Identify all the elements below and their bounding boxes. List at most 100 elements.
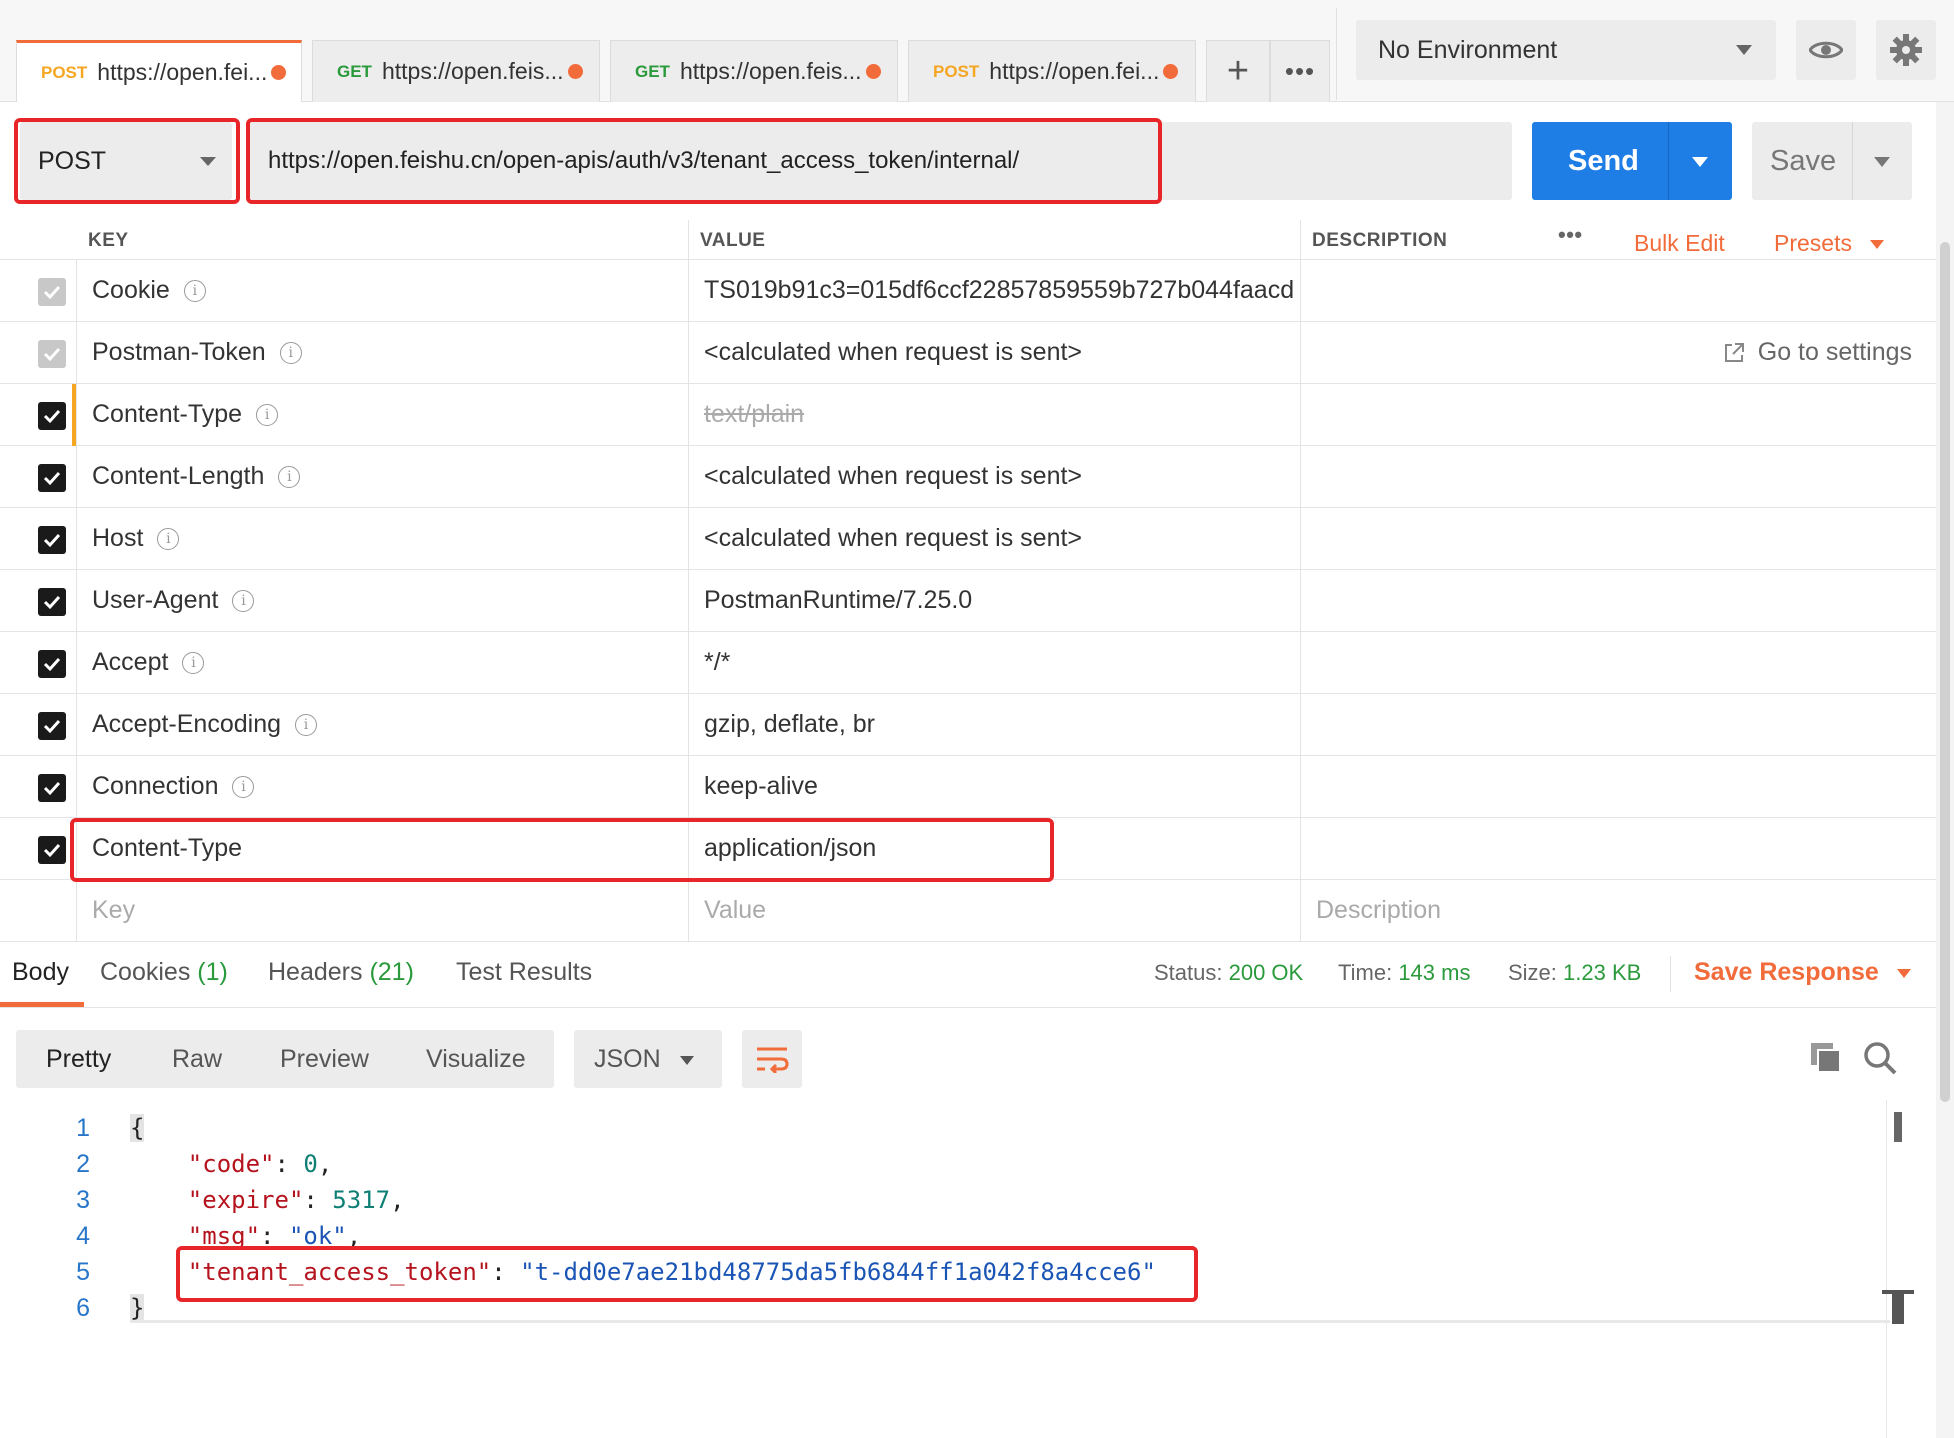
copy-icon[interactable]	[1808, 1040, 1844, 1076]
info-icon[interactable]: i	[278, 465, 301, 488]
response-tabs: Body Cookies (1) Headers (21) Test Resul…	[0, 942, 1936, 1008]
environment-quick-look-button[interactable]	[1796, 20, 1856, 80]
info-icon[interactable]: i	[279, 341, 302, 364]
column-options-more-icon[interactable]: •••	[1558, 222, 1583, 248]
mode-raw[interactable]: Raw	[172, 1045, 222, 1074]
time-value: 143 ms	[1398, 960, 1471, 985]
tab-bar: POST https://open.fei... GET https://ope…	[0, 0, 1954, 102]
header-value: text/plain	[704, 400, 805, 428]
info-icon[interactable]: i	[157, 527, 180, 550]
header-enabled-checkbox[interactable]	[38, 712, 66, 740]
tab-method: GET	[337, 61, 372, 81]
request-tab-1[interactable]: POST https://open.fei...	[16, 40, 302, 102]
close-brace: }	[130, 1294, 145, 1322]
header-key-text: Accept	[92, 648, 169, 676]
header-row: Content-Type i text/plain	[0, 384, 1936, 446]
gear-icon	[1890, 34, 1922, 66]
tab-more-icon[interactable]: •••	[1270, 40, 1330, 102]
editor-scrollbar-thumb[interactable]	[1894, 1112, 1902, 1142]
request-tab-4[interactable]: POST https://open.fei...	[908, 40, 1196, 102]
code-line: "expire": 5317,	[187, 1186, 405, 1214]
header-enabled-checkbox[interactable]	[38, 340, 66, 368]
new-description-input[interactable]: Description	[1316, 896, 1441, 925]
header-key: Postman-Token i	[92, 338, 302, 367]
info-icon[interactable]: i	[232, 775, 255, 798]
header-enabled-checkbox[interactable]	[38, 836, 66, 864]
checkmark-icon	[43, 781, 61, 796]
settings-button[interactable]	[1876, 20, 1936, 80]
save-response-button[interactable]: Save Response	[1694, 958, 1911, 987]
search-icon[interactable]	[1862, 1040, 1898, 1076]
send-button[interactable]: Send	[1532, 122, 1732, 200]
header-enabled-checkbox[interactable]	[38, 588, 66, 616]
request-tab-3[interactable]: GET https://open.feis...	[610, 40, 898, 102]
info-icon[interactable]: i	[295, 713, 318, 736]
format-select[interactable]: JSON	[574, 1030, 722, 1088]
save-options-chevron-icon[interactable]	[1874, 157, 1890, 167]
header-key-input[interactable]: Content-Type	[92, 834, 242, 863]
tab-test-results[interactable]: Test Results	[456, 958, 592, 987]
request-tab-2[interactable]: GET https://open.feis...	[312, 40, 600, 102]
header-value-input[interactable]: application/json	[704, 834, 876, 863]
format-label: JSON	[594, 1045, 661, 1073]
new-tab-plus-icon[interactable]: +	[1206, 40, 1270, 102]
chevron-down-icon	[1896, 968, 1911, 978]
header-enabled-checkbox[interactable]	[38, 278, 66, 306]
tab-method: GET	[635, 61, 670, 81]
header-enabled-checkbox[interactable]	[38, 402, 66, 430]
presets-link[interactable]: Presets	[1774, 230, 1884, 257]
bulk-edit-link[interactable]: Bulk Edit	[1634, 230, 1725, 257]
send-label: Send	[1568, 144, 1639, 177]
column-description: DESCRIPTION	[1312, 230, 1448, 251]
header-key-text: User-Agent	[92, 586, 219, 614]
header-key: Content-Type i	[92, 400, 279, 429]
header-enabled-checkbox[interactable]	[38, 464, 66, 492]
new-key-input[interactable]: Key	[92, 896, 135, 925]
mode-preview[interactable]: Preview	[280, 1045, 369, 1074]
environment-select[interactable]: No Environment	[1356, 20, 1776, 80]
header-row: User-Agent i PostmanRuntime/7.25.0	[0, 570, 1936, 632]
divider	[1852, 122, 1853, 200]
header-key: Cookie i	[92, 276, 206, 305]
tab-url: https://open.feis...	[679, 58, 862, 84]
header-key-text: Cookie	[92, 276, 170, 304]
mode-pretty[interactable]: Pretty	[46, 1045, 111, 1074]
info-icon[interactable]: i	[182, 651, 205, 674]
page-scrollbar-thumb[interactable]	[1940, 242, 1950, 1102]
size-label: Size:	[1508, 960, 1557, 985]
header-key-text: Content-Length	[92, 462, 265, 490]
header-key: Content-Length i	[92, 462, 301, 491]
tab-body[interactable]: Body	[12, 958, 69, 987]
header-enabled-checkbox[interactable]	[38, 526, 66, 554]
mode-visualize[interactable]: Visualize	[426, 1045, 526, 1074]
send-options-chevron-icon[interactable]	[1692, 157, 1708, 167]
info-icon[interactable]: i	[256, 403, 279, 426]
header-row: Accept i */*	[0, 632, 1936, 694]
header-enabled-checkbox[interactable]	[38, 650, 66, 678]
chevron-down-icon	[200, 157, 216, 166]
go-to-settings-link[interactable]: Go to settings	[1722, 338, 1912, 367]
tab-headers[interactable]: Headers (21)	[268, 958, 414, 987]
wrap-lines-button[interactable]	[742, 1030, 802, 1088]
save-button[interactable]: Save	[1752, 122, 1912, 200]
presets-label: Presets	[1774, 230, 1852, 256]
time-label: Time:	[1338, 960, 1393, 985]
current-line-indicator	[130, 1320, 1890, 1323]
header-key-text: Content-Type	[92, 400, 243, 428]
header-key: Connection i	[92, 772, 255, 801]
checkmark-icon	[43, 595, 61, 610]
http-method-select[interactable]: POST	[20, 122, 232, 200]
unsaved-dot-icon	[865, 64, 881, 79]
page-scrollbar[interactable]	[1936, 102, 1954, 1438]
request-url-input[interactable]: https://open.feishu.cn/open-apis/auth/v3…	[250, 122, 1512, 200]
info-icon[interactable]: i	[183, 279, 206, 302]
new-value-input[interactable]: Value	[704, 896, 766, 925]
info-icon[interactable]: i	[232, 589, 255, 612]
header-value: PostmanRuntime/7.25.0	[704, 586, 973, 614]
header-row-new: Key Value Description	[0, 880, 1936, 942]
tab-url: https://open.fei...	[97, 59, 268, 85]
header-key: Accept i	[92, 648, 205, 677]
header-enabled-checkbox[interactable]	[38, 774, 66, 802]
tab-cookies[interactable]: Cookies (1)	[100, 958, 228, 987]
header-key-text: Accept-Encoding	[92, 710, 282, 738]
